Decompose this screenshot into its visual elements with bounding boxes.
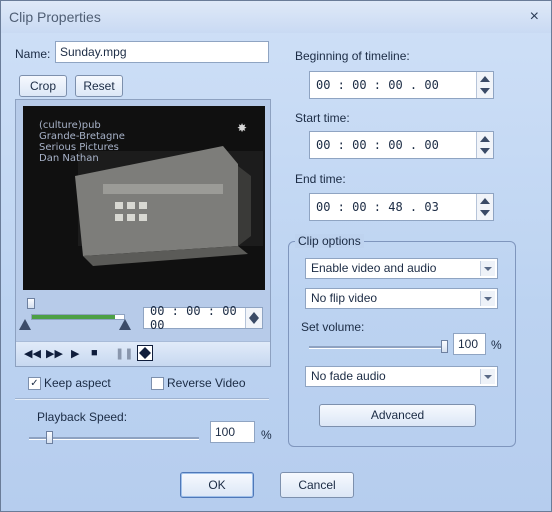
end-time-field[interactable]: 00 : 00 : 48 . 03 — [309, 193, 494, 221]
rewind-icon[interactable]: ◀◀ — [24, 347, 41, 360]
overlay-line-4: Dan Nathan — [39, 153, 99, 164]
ok-button[interactable]: OK — [180, 472, 254, 498]
reset-button[interactable]: Reset — [75, 75, 123, 97]
playback-controls: ◀◀ ▶▶ ▶ ■ ❚❚ — [16, 341, 270, 366]
set-volume-label: Set volume: — [301, 320, 365, 334]
video-audio-value: Enable video and audio — [311, 261, 437, 275]
divider — [15, 398, 269, 400]
pause-icon[interactable]: ❚❚ — [115, 347, 133, 360]
window-title: Clip Properties — [9, 9, 101, 25]
fast-forward-icon[interactable]: ▶▶ — [46, 347, 63, 360]
range-bar — [31, 314, 125, 320]
end-time-label: End time: — [295, 172, 346, 186]
start-time-field[interactable]: 00 : 00 : 00 . 00 — [309, 131, 494, 159]
stop-icon[interactable]: ■ — [91, 347, 98, 359]
fade-audio-value: No fade audio — [311, 369, 386, 383]
playback-speed-input[interactable]: 100 — [210, 421, 255, 443]
volume-input[interactable]: 100 — [453, 333, 486, 355]
crop-button[interactable]: Crop — [19, 75, 67, 97]
check-mark-icon: ✓ — [30, 378, 39, 389]
volume-slider[interactable] — [441, 340, 448, 353]
fade-audio-dropdown[interactable]: No fade audio — [305, 366, 498, 387]
video-preview: ✸ (culture)pub Grande-Bretagne Serious P… — [23, 106, 265, 290]
overlay-line-2: Grande-Bretagne — [39, 131, 125, 142]
svg-text:✸: ✸ — [237, 121, 247, 135]
video-frame-image: ✸ (culture)pub Grande-Bretagne Serious P… — [23, 106, 265, 290]
position-marker[interactable] — [27, 298, 35, 309]
playback-speed-slider[interactable] — [46, 431, 53, 444]
clip-properties-dialog: Clip Properties × Name: Sunday.mpg Crop … — [0, 0, 552, 512]
playback-speed-label: Playback Speed: — [37, 410, 128, 424]
cancel-button[interactable]: Cancel — [280, 472, 354, 498]
reverse-video-checkbox[interactable] — [151, 377, 164, 390]
volume-track — [309, 346, 447, 349]
range-end-handle[interactable] — [119, 319, 131, 330]
overlay-line-1: (culture)pub — [39, 120, 101, 131]
beginning-spinner[interactable] — [476, 72, 493, 98]
position-time-spinner[interactable] — [245, 308, 262, 328]
chevron-down-icon — [480, 261, 495, 276]
beginning-of-timeline-label: Beginning of timeline: — [295, 49, 410, 63]
close-icon[interactable]: × — [530, 8, 539, 26]
video-audio-dropdown[interactable]: Enable video and audio — [305, 258, 498, 279]
end-time-spinner[interactable] — [476, 194, 493, 220]
beginning-of-timeline-value: 00 : 00 : 00 . 00 — [316, 78, 439, 92]
keep-aspect-checkbox[interactable]: ✓ — [28, 377, 41, 390]
playback-speed-unit: % — [261, 428, 272, 442]
volume-unit: % — [491, 338, 502, 352]
play-icon[interactable]: ▶ — [71, 347, 79, 360]
flip-video-value: No flip video — [311, 291, 378, 305]
position-time-field[interactable]: 00 : 00 : 00 . 00 — [143, 304, 263, 332]
advanced-button[interactable]: Advanced — [319, 404, 476, 427]
range-start-handle[interactable] — [19, 319, 31, 330]
name-field[interactable]: Sunday.mpg — [55, 41, 269, 63]
chevron-down-icon — [480, 369, 495, 384]
overlay-line-3: Serious Pictures — [39, 142, 119, 153]
chevron-down-icon — [480, 291, 495, 306]
flip-video-dropdown[interactable]: No flip video — [305, 288, 498, 309]
title-bar: Clip Properties × — [1, 1, 551, 33]
start-time-label: Start time: — [295, 111, 350, 125]
reverse-video-label: Reverse Video — [167, 376, 246, 390]
fit-icon[interactable] — [137, 345, 153, 361]
range-fill — [32, 315, 115, 319]
keep-aspect-label: Keep aspect — [44, 376, 111, 390]
end-time-value: 00 : 00 : 48 . 03 — [316, 200, 439, 214]
playback-speed-track — [29, 437, 199, 440]
clip-options-title: Clip options — [295, 234, 364, 248]
start-time-value: 00 : 00 : 00 . 00 — [316, 138, 439, 152]
start-time-spinner[interactable] — [476, 132, 493, 158]
name-label: Name: — [15, 47, 51, 61]
beginning-of-timeline-field[interactable]: 00 : 00 : 00 . 00 — [309, 71, 494, 99]
